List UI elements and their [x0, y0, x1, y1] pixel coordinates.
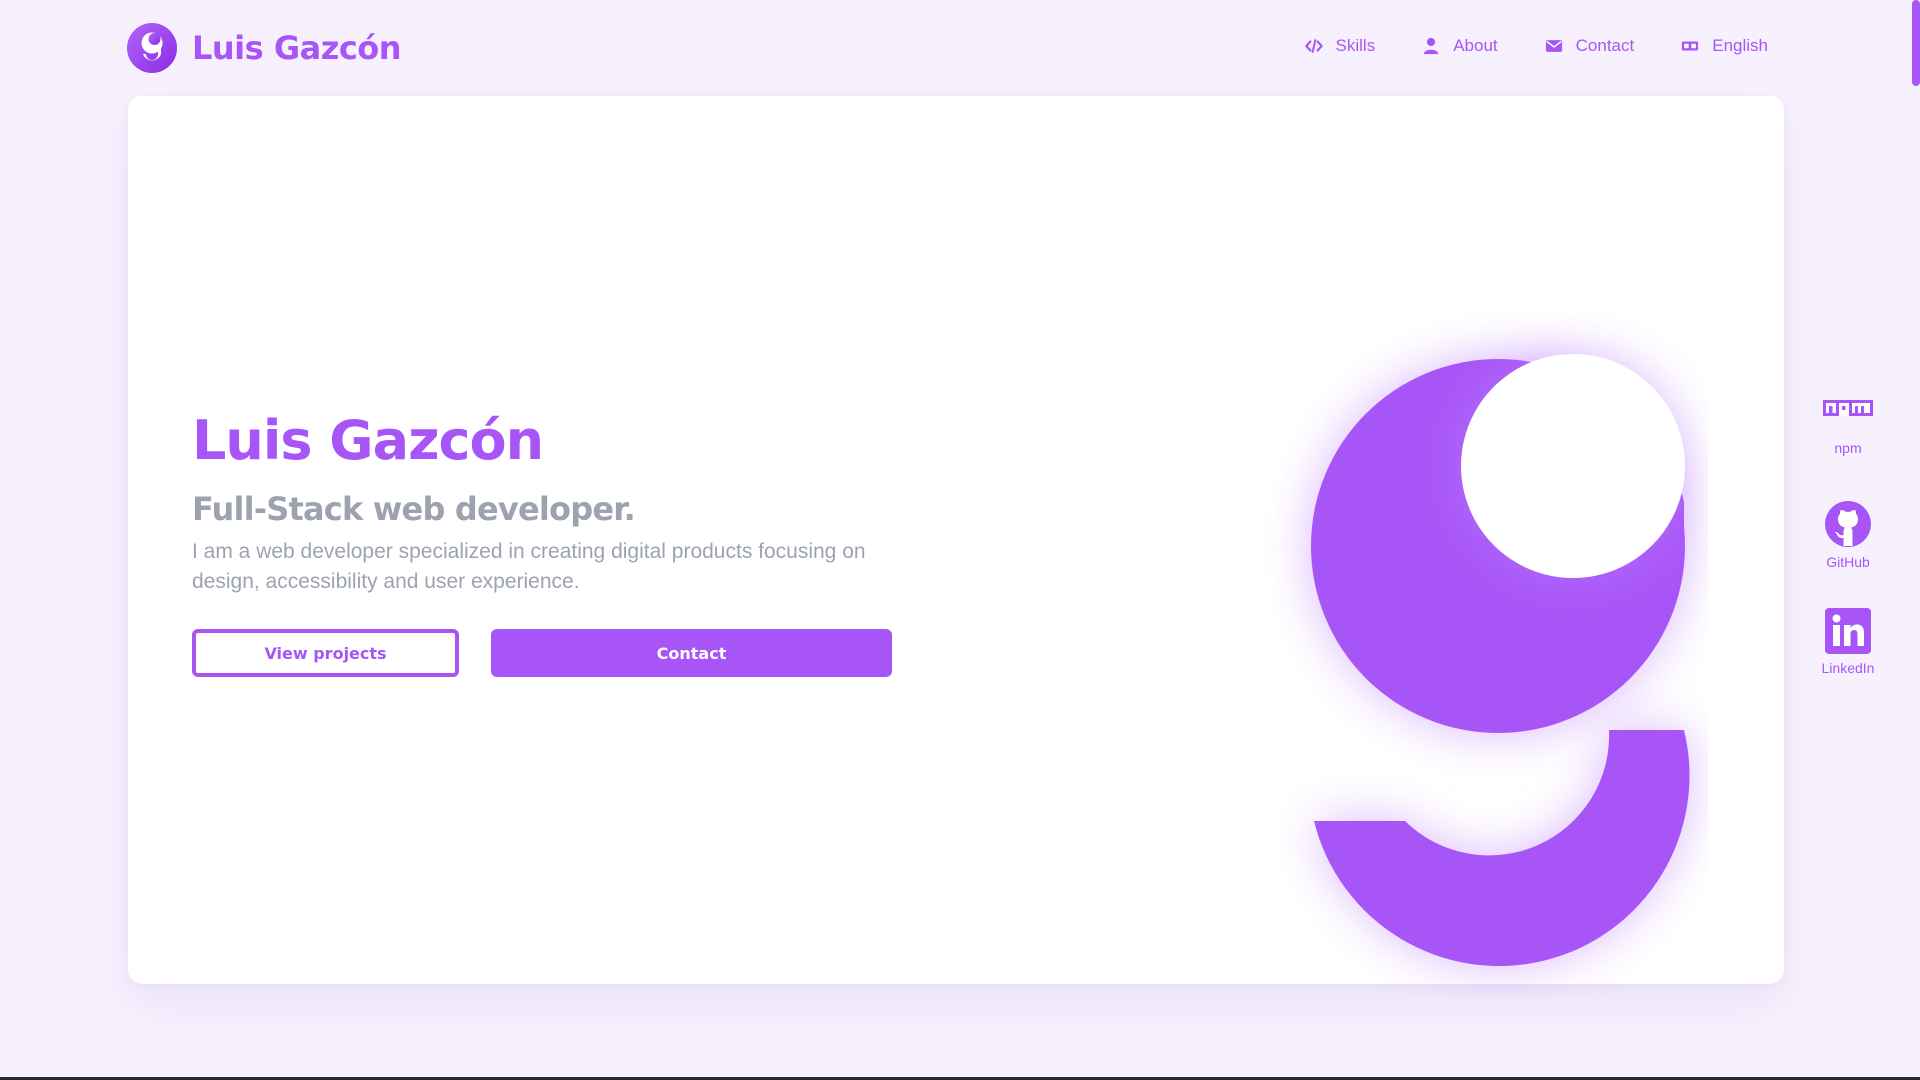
brand-name: Luis Gazcón — [192, 29, 402, 67]
nav-label: About — [1453, 36, 1498, 55]
nav-item-language[interactable]: English — [1681, 36, 1768, 56]
hero-description: I am a web developer specialized in crea… — [192, 540, 866, 593]
view-projects-button[interactable]: View projects — [192, 629, 459, 677]
linkedin-icon — [1825, 608, 1871, 654]
nav-label: Contact — [1575, 36, 1635, 55]
hero-subtitle: Full-Stack web developer. — [192, 490, 636, 528]
nav-label: Skills — [1335, 36, 1376, 55]
nav-item-contact[interactable]: Contact — [1545, 36, 1635, 56]
code-icon — [1304, 39, 1323, 53]
contact-button[interactable]: Contact — [491, 629, 892, 677]
hero-card: Luis Gazcón Full-Stack web developer. I … — [128, 96, 1784, 984]
brand-link[interactable]: Luis Gazcón — [127, 23, 402, 73]
social-label-npm: npm — [1834, 440, 1862, 456]
nav-label: English — [1712, 36, 1768, 55]
social-link-linkedin[interactable]: LinkedIn — [1816, 608, 1880, 676]
social-label-linkedin: LinkedIn — [1821, 660, 1875, 676]
github-icon — [1825, 501, 1871, 547]
site-header: Luis Gazcón Skills About Contact English — [0, 0, 1920, 96]
language-icon — [1682, 41, 1699, 51]
social-link-github[interactable]: GitHub — [1816, 500, 1880, 570]
scrollbar-thumb[interactable] — [1912, 0, 1920, 86]
nav-item-about[interactable]: About — [1422, 36, 1498, 56]
nav-item-skills[interactable]: Skills — [1304, 36, 1376, 56]
user-icon — [1424, 37, 1439, 55]
social-label-github: GitHub — [1826, 554, 1870, 570]
g-logo-large-icon — [1310, 354, 1690, 967]
social-link-npm[interactable]: npm — [1816, 400, 1880, 456]
g-logo-icon — [127, 23, 177, 73]
npm-icon — [1823, 400, 1873, 416]
hero-title: Luis Gazcón — [192, 409, 544, 472]
main-nav: Skills About Contact English — [1304, 36, 1768, 56]
envelope-icon — [1545, 40, 1562, 52]
